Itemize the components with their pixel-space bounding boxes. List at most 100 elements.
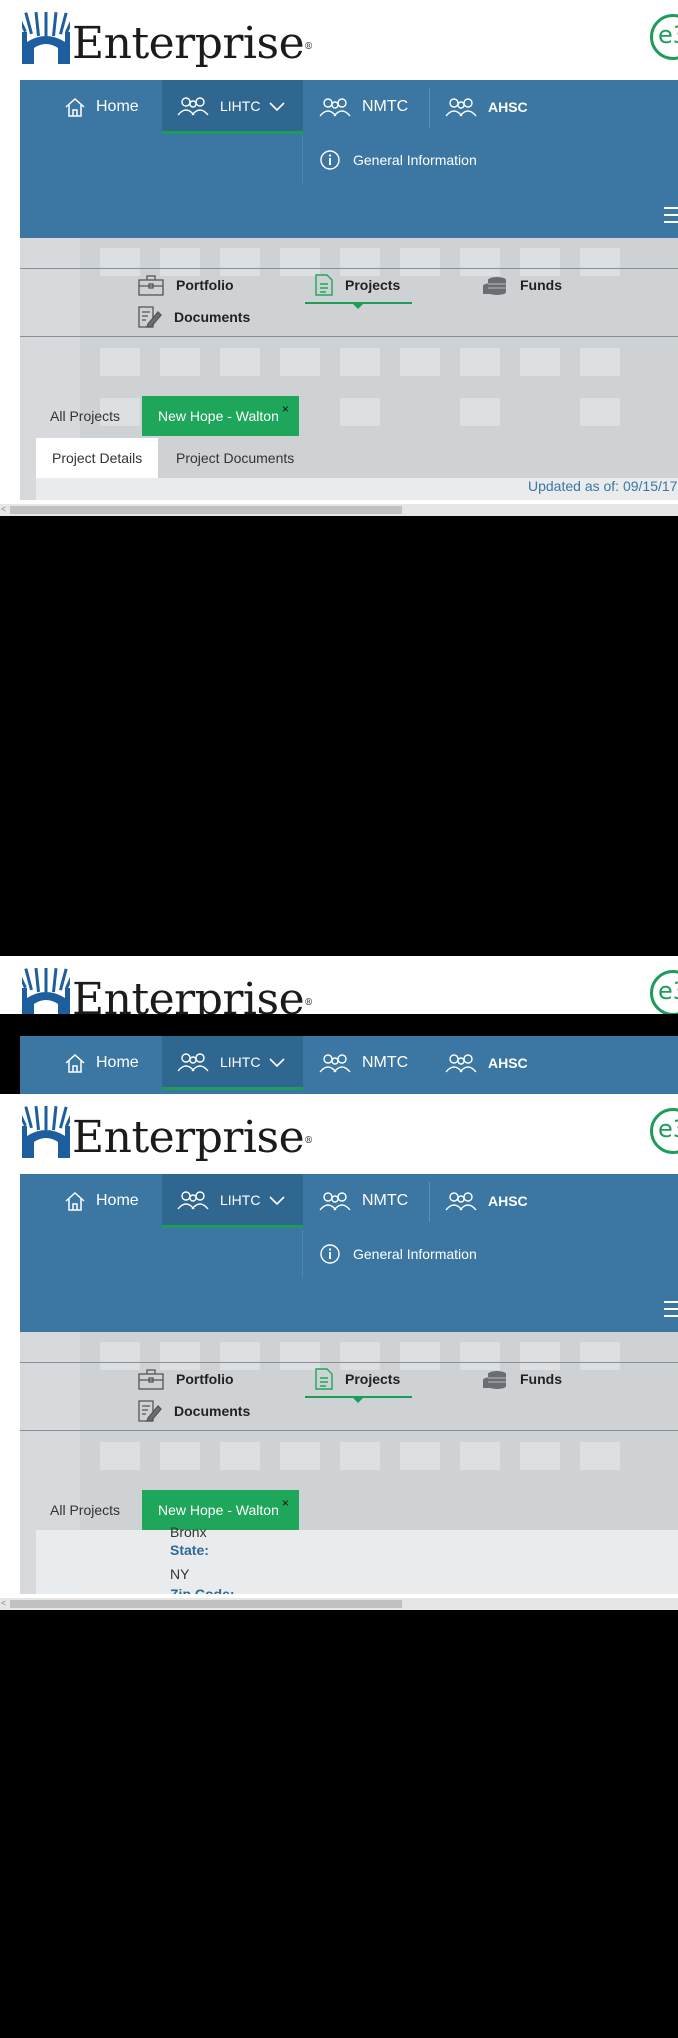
horizontal-scrollbar[interactable]: < bbox=[0, 504, 678, 516]
nav-nmtc-label: NMTC bbox=[362, 98, 409, 115]
main-nav: Home LIHTC NMTC AHSC General Information bbox=[20, 1174, 678, 1332]
horizontal-scrollbar[interactable]: < bbox=[0, 1598, 678, 1610]
people-icon bbox=[177, 1052, 209, 1071]
edit-document-icon bbox=[138, 306, 162, 328]
briefcase-icon bbox=[138, 1369, 164, 1390]
scroll-left-icon[interactable]: < bbox=[1, 504, 6, 514]
menu-hamburger-icon[interactable] bbox=[664, 1296, 678, 1322]
nav-ahsc[interactable]: AHSC bbox=[444, 80, 528, 134]
tab-project-details-label: Project Details bbox=[52, 450, 143, 466]
tab-all-projects-label: All Projects bbox=[50, 1502, 121, 1518]
city-value: Bronx bbox=[170, 1524, 207, 1540]
tab-selected-project-label: New Hope - Walton bbox=[158, 1502, 279, 1518]
home-icon bbox=[65, 1053, 85, 1073]
edit-document-icon bbox=[138, 1400, 162, 1422]
nav-lihtc-label: LIHTC bbox=[220, 1053, 261, 1070]
e3-badge-logo: e3 bbox=[650, 970, 678, 1014]
nav-general-info-label: General Information bbox=[353, 1246, 477, 1262]
brand-wordmark: Enterprise® bbox=[72, 18, 313, 69]
document-icon bbox=[315, 1368, 333, 1390]
tab-all-projects-label: All Projects bbox=[50, 408, 121, 424]
people-icon bbox=[319, 98, 351, 117]
briefcase-icon bbox=[138, 275, 164, 296]
state-value: NY bbox=[170, 1566, 190, 1582]
e3-badge-logo: e3 bbox=[650, 14, 678, 60]
people-icon bbox=[319, 1054, 351, 1073]
subtab-divider-bottom bbox=[20, 1430, 678, 1431]
screen-frame-2: Enterprise® e3 bbox=[0, 956, 678, 1014]
brand-wordmark: Enterprise® bbox=[72, 974, 313, 1014]
logo-header: Enterprise® e3 bbox=[0, 0, 678, 80]
tab-all-projects[interactable]: All Projects bbox=[50, 396, 120, 436]
subtab-projects[interactable]: Projects bbox=[305, 1368, 412, 1398]
screen-frame-3: Enterprise® e3 Home LIHTC NMTC AHSC Gene… bbox=[0, 1094, 678, 1610]
nav-home-label: Home bbox=[96, 1054, 139, 1071]
tab-selected-project[interactable]: New Hope - Walton × bbox=[142, 396, 299, 436]
subtab-documents[interactable]: Documents bbox=[138, 1400, 250, 1422]
scrollbar-thumb[interactable] bbox=[10, 1600, 402, 1608]
nav-lihtc-label: LIHTC bbox=[220, 97, 261, 114]
subtab-projects-label: Projects bbox=[345, 1371, 401, 1387]
nav-ahsc-label: AHSC bbox=[488, 1193, 528, 1209]
nav-general-information[interactable]: General Information bbox=[302, 136, 552, 184]
subtab-funds[interactable]: Funds bbox=[482, 274, 562, 296]
enterprise-logo-icon bbox=[22, 968, 70, 1014]
tab-project-documents[interactable]: Project Documents bbox=[160, 438, 310, 478]
nav-nmtc[interactable]: NMTC bbox=[318, 1036, 408, 1090]
document-icon bbox=[315, 274, 333, 296]
nav-nmtc-label: NMTC bbox=[362, 1054, 409, 1071]
tab-selected-project[interactable]: New Hope - Walton × bbox=[142, 1490, 299, 1530]
scroll-left-icon[interactable]: < bbox=[1, 1598, 6, 1608]
e3-badge-logo: e3 bbox=[650, 1108, 678, 1154]
chevron-down-icon bbox=[269, 1057, 286, 1067]
state-label: State: bbox=[170, 1542, 209, 1558]
subtab-projects[interactable]: Projects bbox=[305, 274, 412, 304]
nav-ahsc[interactable]: AHSC bbox=[444, 1174, 528, 1228]
subtab-portfolio[interactable]: Portfolio bbox=[138, 1368, 234, 1390]
people-icon bbox=[177, 96, 209, 115]
coins-icon bbox=[483, 1371, 506, 1389]
chevron-down-icon bbox=[269, 1195, 286, 1205]
tab-project-details[interactable]: Project Details bbox=[36, 438, 159, 478]
nav-lihtc-label: LIHTC bbox=[220, 1191, 261, 1208]
people-icon bbox=[177, 1190, 209, 1209]
nav-home[interactable]: Home bbox=[64, 1036, 139, 1090]
subtab-documents[interactable]: Documents bbox=[138, 306, 250, 328]
scrollbar-thumb[interactable] bbox=[10, 506, 402, 514]
subtab-portfolio-label: Portfolio bbox=[176, 1371, 234, 1387]
nav-ahsc[interactable]: AHSC bbox=[444, 1036, 528, 1090]
tab-selected-project-label: New Hope - Walton bbox=[158, 408, 279, 424]
details-panel bbox=[36, 1530, 678, 1594]
chevron-down-icon bbox=[269, 101, 286, 111]
tab-all-projects[interactable]: All Projects bbox=[50, 1490, 120, 1530]
nav-lihtc[interactable]: LIHTC bbox=[162, 1036, 303, 1090]
nav-lihtc[interactable]: LIHTC bbox=[162, 80, 303, 134]
coins-icon bbox=[483, 277, 506, 295]
nav-general-information[interactable]: General Information bbox=[302, 1230, 552, 1278]
home-icon bbox=[65, 97, 85, 117]
subtab-funds[interactable]: Funds bbox=[482, 1368, 562, 1390]
tab-project-documents-label: Project Documents bbox=[176, 450, 295, 466]
active-caret bbox=[353, 304, 363, 309]
project-hero: Portfolio Projects Funds Documents All P… bbox=[20, 1332, 678, 1594]
nav-home[interactable]: Home bbox=[64, 80, 139, 134]
subtab-funds-label: Funds bbox=[520, 1371, 562, 1387]
close-tab-icon[interactable]: × bbox=[282, 402, 289, 416]
subtab-portfolio[interactable]: Portfolio bbox=[138, 274, 234, 296]
nav-nmtc[interactable]: NMTC bbox=[318, 80, 408, 134]
people-icon bbox=[445, 1192, 477, 1211]
nav-home[interactable]: Home bbox=[64, 1174, 139, 1228]
people-icon bbox=[319, 1192, 351, 1211]
nav-home-label: Home bbox=[96, 1192, 139, 1209]
menu-hamburger-icon[interactable] bbox=[664, 202, 678, 228]
subtab-portfolio-label: Portfolio bbox=[176, 277, 234, 293]
nav-divider bbox=[429, 1182, 430, 1222]
nav-nmtc[interactable]: NMTC bbox=[318, 1174, 408, 1228]
main-nav-collapsed: Home LIHTC NMTC AHSC bbox=[20, 1036, 678, 1094]
updated-timestamp: Updated as of: 09/15/17 bbox=[528, 478, 678, 494]
subtab-projects-label: Projects bbox=[345, 277, 401, 293]
close-tab-icon[interactable]: × bbox=[282, 1496, 289, 1510]
people-icon bbox=[445, 98, 477, 117]
nav-lihtc[interactable]: LIHTC bbox=[162, 1174, 303, 1228]
nav-ahsc-label: AHSC bbox=[488, 99, 528, 115]
